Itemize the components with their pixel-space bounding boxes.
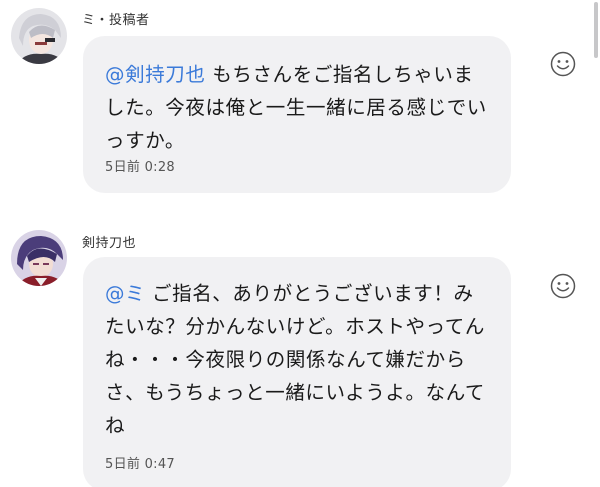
avatar[interactable] (11, 8, 67, 64)
reply-message: 剣持刀也 @ミ ご指名、ありがとうございます！みたいな？分かんないけど。ホストや… (0, 222, 600, 487)
avatar[interactable] (11, 230, 67, 286)
mention-link[interactable]: @剣持刀也 (105, 63, 206, 86)
smiley-icon[interactable] (549, 50, 577, 78)
message-bubble: @ミ ご指名、ありがとうございます！みたいな？分かんないけど。ホストやってんね・… (83, 257, 511, 487)
author-name[interactable]: 剣持刀也 (82, 232, 136, 251)
scrollbar[interactable] (594, 2, 598, 58)
message-body: ご指名、ありがとうございます！みたいな？分かんないけど。ホストやってんね・・・今… (105, 282, 485, 437)
timestamp: 5日前 0:28 (105, 160, 175, 175)
author-name[interactable]: ミ・投稿者 (82, 9, 150, 28)
smiley-icon[interactable] (549, 272, 577, 300)
mention-link[interactable]: @ミ (105, 282, 145, 305)
timestamp: 5日前 0:47 (105, 457, 175, 472)
message-bubble: @剣持刀也 もちさんをご指名しちゃいました。今夜は俺と一生一緒に居る感じでいっす… (83, 36, 511, 193)
message-text: @ミ ご指名、ありがとうございます！みたいな？分かんないけど。ホストやってんね・… (105, 277, 491, 442)
message-text: @剣持刀也 もちさんをご指名しちゃいました。今夜は俺と一生一緒に居る感じでいっす… (105, 58, 491, 157)
comment-message: ミ・投稿者 @剣持刀也 もちさんをご指名しちゃいました。今夜は俺と一生一緒に居る… (0, 0, 600, 205)
